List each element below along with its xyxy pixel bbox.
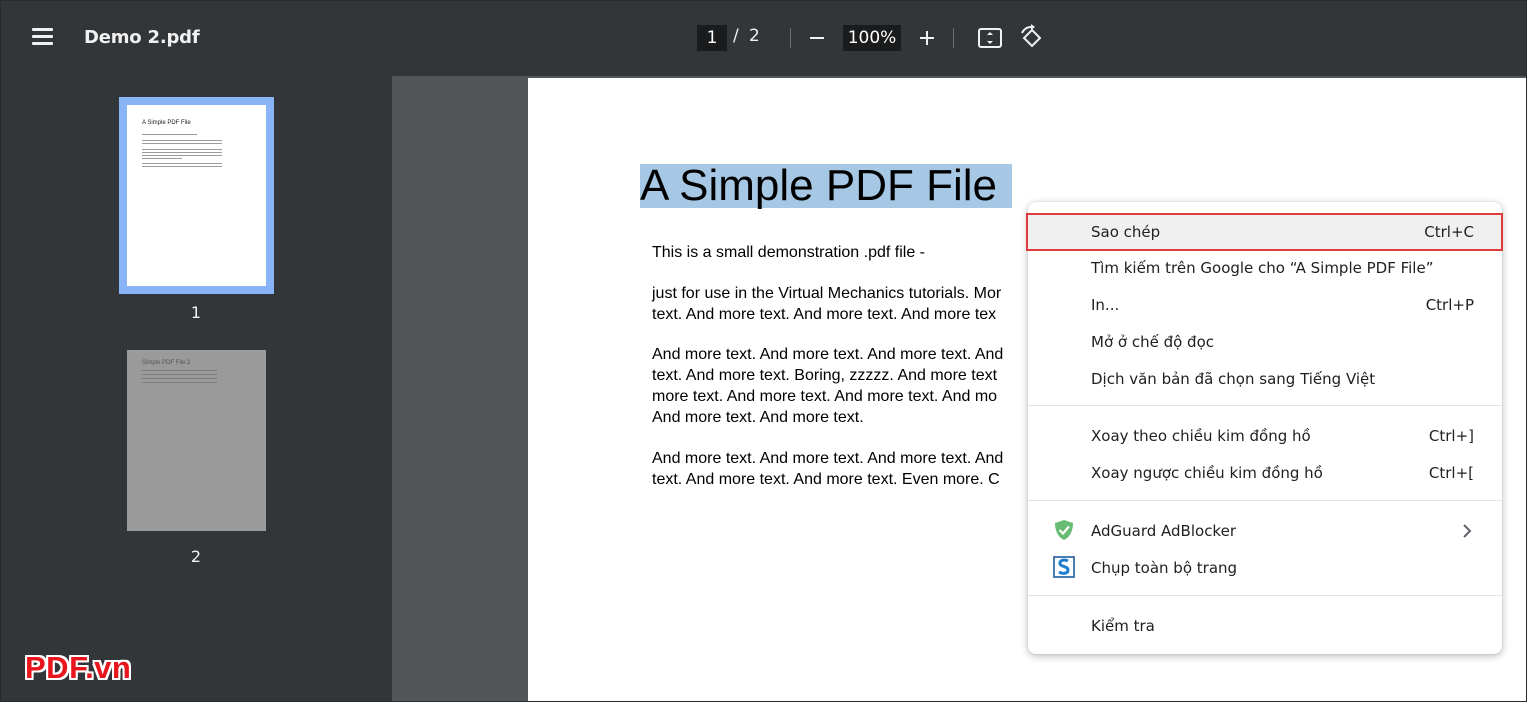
- fit-to-page-icon[interactable]: [976, 24, 1004, 52]
- menu-item-search-google[interactable]: Tìm kiếm trên Google cho “A Simple PDF F…: [1028, 249, 1502, 286]
- menu-item-adguard[interactable]: AdGuard AdBlocker: [1028, 512, 1502, 549]
- thumbnail-page-1[interactable]: A Simple PDF File: [119, 97, 274, 294]
- menu-divider: [1028, 595, 1502, 596]
- menu-item-shortcut: Ctrl+P: [1425, 296, 1474, 314]
- menu-icon[interactable]: [30, 26, 56, 48]
- context-menu: Sao chép Ctrl+C Tìm kiếm trên Google cho…: [1026, 202, 1503, 654]
- thumbnail-page-2[interactable]: Simple PDF File 2: [127, 350, 266, 531]
- zoom-input[interactable]: 100%: [843, 25, 901, 51]
- pdf-paragraph: just for use in the Virtual Mechanics tu…: [652, 285, 1002, 323]
- adguard-shield-icon: [1055, 520, 1073, 540]
- screenshot-icon: [1053, 556, 1075, 578]
- thumbnail-number: 2: [190, 547, 202, 566]
- pdf-paragraph: And more text. And more text. And more t…: [652, 450, 1004, 488]
- thumbnail-number: 1: [190, 303, 202, 322]
- pdf-heading-selected: A Simple PDF File: [640, 164, 1012, 208]
- thumbnail-image: A Simple PDF File: [127, 105, 266, 286]
- menu-item-translate[interactable]: Dịch văn bản đã chọn sang Tiếng Việt: [1028, 360, 1502, 397]
- document-title: Demo 2.pdf: [84, 27, 200, 48]
- rotate-icon[interactable]: [1018, 24, 1046, 52]
- menu-item-reader-mode[interactable]: Mở ở chế độ đọc: [1028, 323, 1502, 360]
- menu-item-rotate-clockwise[interactable]: Xoay theo chiều kim đồng hồ Ctrl+]: [1028, 417, 1502, 454]
- menu-item-label: Xoay ngược chiều kim đồng hồ: [1091, 464, 1323, 482]
- menu-item-label: In...: [1091, 296, 1120, 314]
- toolbar-divider: [790, 28, 791, 48]
- menu-item-shortcut: Ctrl+]: [1428, 427, 1474, 445]
- menu-item-label: Sao chép: [1091, 223, 1161, 241]
- zoom-in-icon[interactable]: [913, 24, 941, 52]
- menu-item-label: Dịch văn bản đã chọn sang Tiếng Việt: [1091, 370, 1376, 388]
- pdf-vn-watermark: PDF.vn: [25, 650, 132, 685]
- menu-item-print[interactable]: In... Ctrl+P: [1028, 286, 1502, 323]
- menu-item-rotate-counterclockwise[interactable]: Xoay ngược chiều kim đồng hồ Ctrl+[: [1028, 454, 1502, 491]
- thumbnail-sidebar: A Simple PDF File 1 Simple PDF File 2 2: [0, 76, 392, 702]
- pdf-toolbar: Demo 2.pdf 1 / 2 100%: [0, 0, 1527, 76]
- zoom-out-icon[interactable]: [803, 24, 831, 52]
- toolbar-divider: [953, 28, 954, 48]
- thumbnail-title: A Simple PDF File: [142, 120, 191, 126]
- menu-divider: [1028, 405, 1502, 406]
- menu-item-shortcut: Ctrl+C: [1424, 223, 1474, 241]
- menu-item-label: AdGuard AdBlocker: [1091, 522, 1236, 540]
- menu-item-label: Tìm kiếm trên Google cho “A Simple PDF F…: [1091, 259, 1434, 277]
- page-separator: /: [733, 26, 739, 46]
- menu-item-shortcut: Ctrl+[: [1428, 464, 1474, 482]
- menu-item-label: Mở ở chế độ đọc: [1091, 333, 1214, 351]
- menu-item-label: Chụp toàn bộ trang: [1091, 559, 1238, 577]
- pdf-paragraph: This is a small demonstration .pdf file …: [652, 244, 925, 261]
- menu-divider: [1028, 500, 1502, 501]
- chevron-right-icon: [1463, 524, 1472, 538]
- menu-item-inspect[interactable]: Kiểm tra: [1028, 607, 1502, 644]
- menu-item-label: Xoay theo chiều kim đồng hồ: [1091, 427, 1311, 445]
- total-pages: 2: [749, 26, 760, 46]
- pdf-paragraph: And more text. And more text. And more t…: [652, 346, 1004, 426]
- current-page-input[interactable]: 1: [697, 25, 727, 51]
- menu-item-label: Kiểm tra: [1091, 617, 1155, 635]
- thumbnail-title: Simple PDF File 2: [142, 360, 191, 366]
- menu-item-full-page-screenshot[interactable]: Chụp toàn bộ trang: [1028, 549, 1502, 586]
- menu-item-copy[interactable]: Sao chép Ctrl+C: [1028, 213, 1502, 250]
